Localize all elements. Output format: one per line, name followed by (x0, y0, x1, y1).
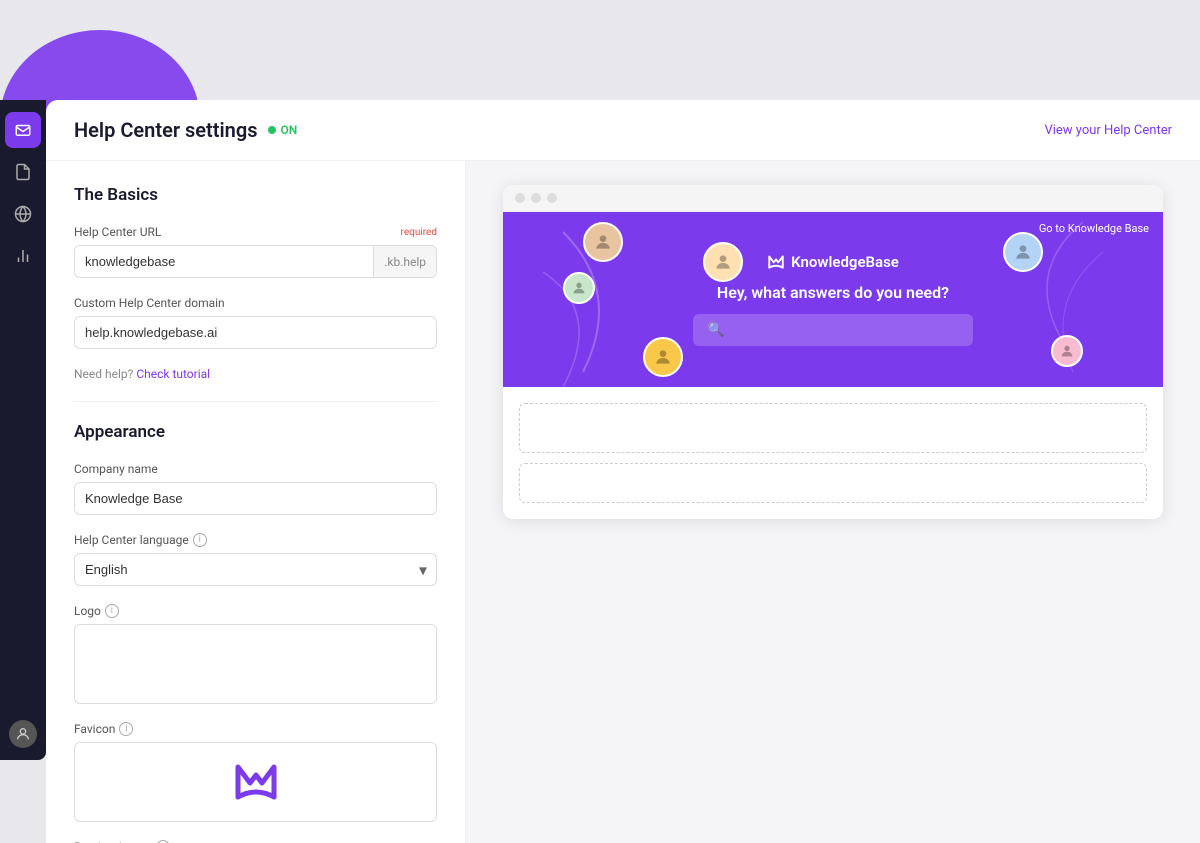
url-label: Help Center URL required (74, 225, 437, 239)
favicon-info-icon[interactable]: i (119, 722, 133, 736)
sidebar-bottom (9, 720, 37, 748)
sidebar-icon-mail[interactable] (5, 112, 41, 148)
sidebar-avatar[interactable] (9, 720, 37, 748)
left-panel: The Basics Help Center URL required .kb.… (46, 161, 466, 843)
basics-section-title: The Basics (74, 185, 437, 205)
sidebar-icon-globe[interactable] (5, 196, 41, 232)
appearance-section-title: Appearance (74, 422, 437, 442)
favicon-form-group: Favicon i (74, 722, 437, 822)
favicon-label: Favicon i (74, 722, 437, 736)
preview-hero-text: Hey, what answers do you need? (717, 283, 949, 302)
sidebar-icon-chart[interactable] (5, 238, 41, 274)
header-left: Help Center settings ON (74, 118, 297, 142)
view-help-center-link[interactable]: View your Help Center (1044, 123, 1172, 138)
url-form-group: Help Center URL required .kb.help (74, 225, 437, 278)
domain-form-group: Custom Help Center domain (74, 296, 437, 349)
status-badge: ON (268, 123, 298, 137)
domain-input[interactable] (74, 316, 437, 349)
language-form-group: Help Center language i English French Ge… (74, 533, 437, 586)
avatar-decor-4 (1051, 335, 1083, 367)
avatar-decor-1 (583, 222, 623, 262)
preview-cards (503, 387, 1163, 519)
language-select-wrapper: English French German Spanish Portuguese… (74, 553, 437, 586)
avatar-decor-3 (1003, 232, 1043, 272)
preview-card-2 (519, 463, 1147, 503)
favicon-logo-svg (232, 761, 280, 803)
browser-dot-3 (547, 193, 557, 203)
avatar-decor-5 (703, 242, 743, 282)
preview-search-icon: 🔍 (707, 322, 724, 338)
url-input[interactable] (75, 246, 373, 277)
right-panel: Go to Knowledge Base KnowledgeBase Hey, … (466, 161, 1200, 843)
goto-kb-label: Go to Knowledge Base (1039, 222, 1149, 235)
browser-bar (503, 185, 1163, 212)
preview-container: Go to Knowledge Base KnowledgeBase Hey, … (503, 185, 1163, 519)
appearance-section: Appearance Company name Help Center lang… (74, 422, 437, 843)
preview-card-1 (519, 403, 1147, 453)
company-name-label: Company name (74, 462, 437, 476)
body-layout: The Basics Help Center URL required .kb.… (46, 161, 1200, 843)
preview-logo-row: KnowledgeBase (767, 253, 899, 271)
browser-dot-1 (515, 193, 525, 203)
logo-label: Logo i (74, 604, 437, 618)
favicon-upload-area[interactable] (74, 742, 437, 822)
logo-form-group: Logo i (74, 604, 437, 704)
logo-info-icon[interactable]: i (105, 604, 119, 618)
main-content: Help Center settings ON View your Help C… (46, 100, 1200, 843)
sidebar (0, 100, 46, 760)
preview-logo-text: KnowledgeBase (791, 253, 899, 271)
avatar-decor-2 (563, 272, 595, 304)
section-divider (74, 401, 437, 402)
company-name-form-group: Company name (74, 462, 437, 515)
preview-hero: Go to Knowledge Base KnowledgeBase Hey, … (503, 212, 1163, 387)
company-name-input[interactable] (74, 482, 437, 515)
sidebar-icon-document[interactable] (5, 154, 41, 190)
language-select[interactable]: English French German Spanish Portuguese (74, 553, 437, 586)
basics-section: The Basics Help Center URL required .kb.… (74, 185, 437, 381)
header: Help Center settings ON View your Help C… (46, 100, 1200, 161)
avatar-decor-6 (643, 337, 683, 377)
url-input-wrapper: .kb.help (74, 245, 437, 278)
preview-logo-icon (767, 254, 785, 270)
check-tutorial-link[interactable]: Check tutorial (136, 367, 210, 381)
status-dot (268, 126, 276, 134)
browser-dot-2 (531, 193, 541, 203)
preview-search-bar: 🔍 (693, 314, 973, 346)
required-marker: required (401, 227, 437, 238)
language-label: Help Center language i (74, 533, 437, 547)
domain-label: Custom Help Center domain (74, 296, 437, 310)
logo-upload-area[interactable] (74, 624, 437, 704)
page-title: Help Center settings (74, 118, 258, 142)
status-label: ON (281, 123, 298, 137)
language-info-icon[interactable]: i (193, 533, 207, 547)
url-suffix: .kb.help (373, 246, 436, 277)
helper-text: Need help? Check tutorial (74, 367, 437, 381)
